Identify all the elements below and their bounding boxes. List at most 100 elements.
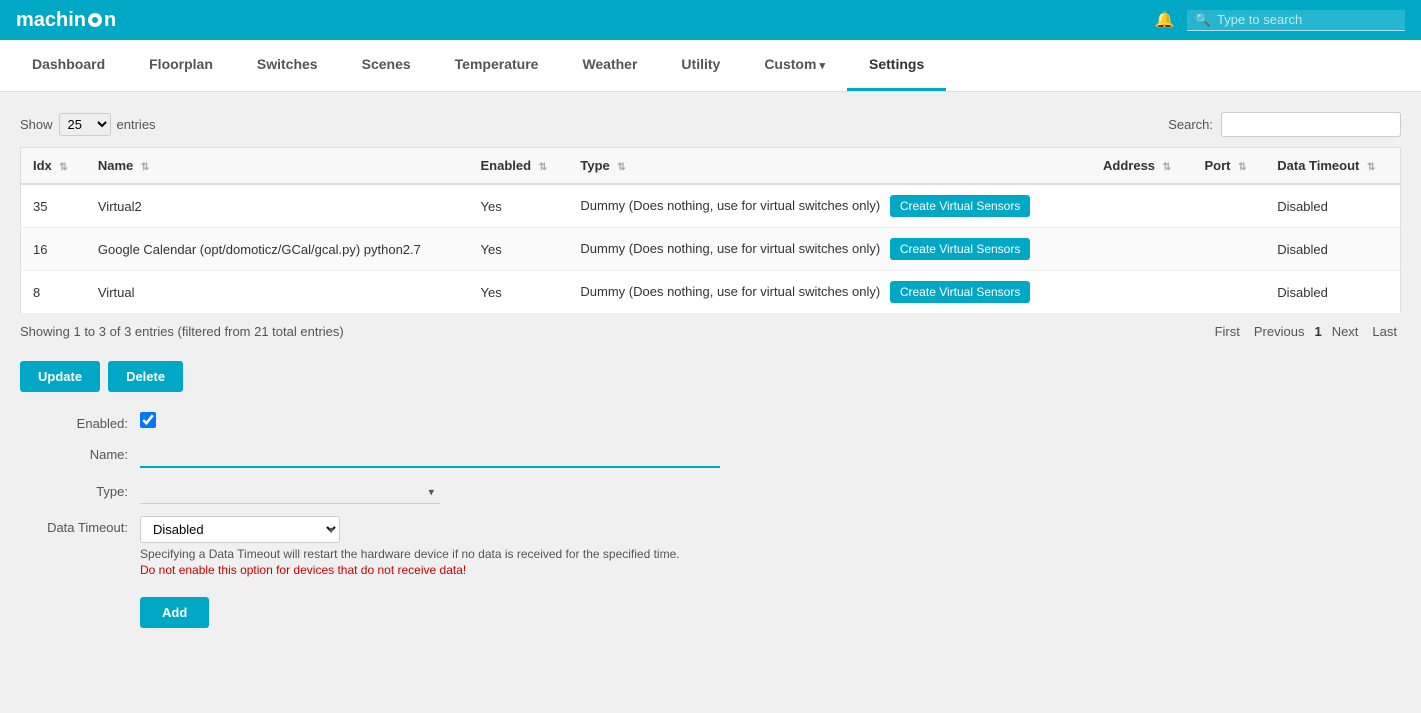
cell-type: Dummy (Does nothing, use for virtual swi…	[568, 184, 1091, 228]
cell-port	[1192, 184, 1265, 228]
nav-bar: Dashboard Floorplan Switches Scenes Temp…	[0, 40, 1421, 92]
enabled-label: Enabled:	[20, 412, 140, 431]
type-select-wrapper	[140, 480, 440, 504]
table-controls: Show 25 10 50 100 entries Search: virt	[20, 112, 1401, 137]
table-row[interactable]: 8 Virtual Yes Dummy (Does nothing, use f…	[21, 271, 1401, 314]
col-enabled[interactable]: Enabled ⇅	[469, 148, 569, 185]
cell-type: Dummy (Does nothing, use for virtual swi…	[568, 228, 1091, 271]
search-box: 🔍	[1187, 10, 1405, 31]
search-input[interactable]	[1217, 12, 1397, 27]
col-address[interactable]: Address ⇅	[1091, 148, 1192, 185]
col-name[interactable]: Name ⇅	[86, 148, 469, 185]
create-sensors-button[interactable]: Create Virtual Sensors	[890, 195, 1031, 217]
cell-idx: 16	[21, 228, 86, 271]
timeout-wrapper: Disabled 5 minutes 10 minutes 20 minutes…	[140, 516, 340, 543]
sort-arrows-address: ⇅	[1163, 162, 1171, 173]
cell-name: Virtual2	[86, 184, 469, 228]
table-row[interactable]: 35 Virtual2 Yes Dummy (Does nothing, use…	[21, 184, 1401, 228]
sort-arrows-type: ⇅	[617, 162, 625, 173]
data-timeout-control: Disabled 5 minutes 10 minutes 20 minutes…	[140, 516, 720, 577]
timeout-hint-red: Do not enable this option for devices th…	[140, 563, 720, 577]
nav-item-utility[interactable]: Utility	[659, 40, 742, 91]
data-timeout-label: Data Timeout:	[20, 516, 140, 535]
name-input[interactable]	[140, 443, 720, 468]
table-search-box: Search: virt	[1168, 112, 1401, 137]
showing-text: Showing 1 to 3 of 3 entries (filtered fr…	[20, 324, 344, 339]
entries-label: entries	[117, 117, 156, 132]
cell-enabled: Yes	[469, 184, 569, 228]
show-label: Show	[20, 117, 53, 132]
update-button[interactable]: Update	[20, 361, 100, 392]
name-label: Name:	[20, 443, 140, 462]
create-sensors-button[interactable]: Create Virtual Sensors	[890, 281, 1031, 303]
table-footer: Showing 1 to 3 of 3 entries (filtered fr…	[20, 322, 1401, 341]
top-bar: machinn 🔔 🔍	[0, 0, 1421, 40]
type-control	[140, 480, 720, 504]
entries-per-page-select[interactable]: 25 10 50 100	[59, 113, 111, 136]
sort-arrows-name: ⇅	[141, 162, 149, 173]
logo-dot	[88, 13, 102, 27]
type-select[interactable]	[140, 480, 440, 504]
cell-data-timeout: Disabled	[1265, 228, 1400, 271]
nav-item-settings[interactable]: Settings	[847, 40, 946, 91]
nav-item-temperature[interactable]: Temperature	[433, 40, 561, 91]
table-row[interactable]: 16 Google Calendar (opt/domoticz/GCal/gc…	[21, 228, 1401, 271]
nav-item-custom[interactable]: Custom	[742, 40, 847, 91]
timeout-hint: Specifying a Data Timeout will restart t…	[140, 547, 720, 561]
sort-arrows-enabled: ⇅	[539, 162, 547, 173]
cell-name: Virtual	[86, 271, 469, 314]
cell-port	[1192, 271, 1265, 314]
cell-data-timeout: Disabled	[1265, 271, 1400, 314]
nav-item-scenes[interactable]: Scenes	[340, 40, 433, 91]
pagination-first[interactable]: First	[1211, 322, 1244, 341]
col-type[interactable]: Type ⇅	[568, 148, 1091, 185]
cell-address	[1091, 271, 1192, 314]
show-entries: Show 25 10 50 100 entries	[20, 113, 156, 136]
name-row: Name:	[20, 443, 720, 468]
col-port[interactable]: Port ⇅	[1192, 148, 1265, 185]
create-sensors-button[interactable]: Create Virtual Sensors	[890, 238, 1031, 260]
notification-bell-icon[interactable]: 🔔	[1155, 10, 1175, 30]
logo: machinn	[16, 9, 116, 32]
search-label: Search:	[1168, 117, 1213, 132]
cell-address	[1091, 228, 1192, 271]
add-row: Add	[20, 597, 720, 628]
col-data-timeout[interactable]: Data Timeout ⇅	[1265, 148, 1400, 185]
add-button[interactable]: Add	[140, 597, 209, 628]
sort-arrows-port: ⇅	[1238, 162, 1246, 173]
data-timeout-row: Data Timeout: Disabled 5 minutes 10 minu…	[20, 516, 720, 577]
cell-address	[1091, 184, 1192, 228]
data-timeout-select[interactable]: Disabled 5 minutes 10 minutes 20 minutes…	[140, 516, 340, 543]
pagination: First Previous 1 Next Last	[1211, 322, 1401, 341]
enabled-checkbox[interactable]	[140, 412, 156, 428]
type-row: Type:	[20, 480, 720, 504]
pagination-last[interactable]: Last	[1368, 322, 1401, 341]
name-control	[140, 443, 720, 468]
col-idx[interactable]: Idx ⇅	[21, 148, 86, 185]
cell-enabled: Yes	[469, 228, 569, 271]
pagination-previous[interactable]: Previous	[1250, 322, 1309, 341]
nav-item-dashboard[interactable]: Dashboard	[10, 40, 127, 91]
nav-item-floorplan[interactable]: Floorplan	[127, 40, 235, 91]
sort-arrows-timeout: ⇅	[1367, 162, 1375, 173]
nav-item-switches[interactable]: Switches	[235, 40, 340, 91]
data-table: Idx ⇅ Name ⇅ Enabled ⇅ Type ⇅ Address ⇅ …	[20, 147, 1401, 314]
nav-item-weather[interactable]: Weather	[560, 40, 659, 91]
sort-arrows-idx: ⇅	[59, 162, 67, 173]
cell-idx: 35	[21, 184, 86, 228]
cell-enabled: Yes	[469, 271, 569, 314]
cell-data-timeout: Disabled	[1265, 184, 1400, 228]
enabled-control	[140, 412, 720, 431]
cell-idx: 8	[21, 271, 86, 314]
cell-port	[1192, 228, 1265, 271]
main-content: Show 25 10 50 100 entries Search: virt I…	[0, 92, 1421, 660]
search-icon: 🔍	[1195, 12, 1211, 28]
pagination-current: 1	[1314, 324, 1321, 339]
type-label: Type:	[20, 480, 140, 499]
table-search-input[interactable]: virt	[1221, 112, 1401, 137]
cell-type: Dummy (Does nothing, use for virtual swi…	[568, 271, 1091, 314]
table-header-row: Idx ⇅ Name ⇅ Enabled ⇅ Type ⇅ Address ⇅ …	[21, 148, 1401, 185]
form-section: Update Delete Enabled: Name: Type:	[20, 361, 1401, 628]
delete-button[interactable]: Delete	[108, 361, 183, 392]
pagination-next[interactable]: Next	[1328, 322, 1363, 341]
